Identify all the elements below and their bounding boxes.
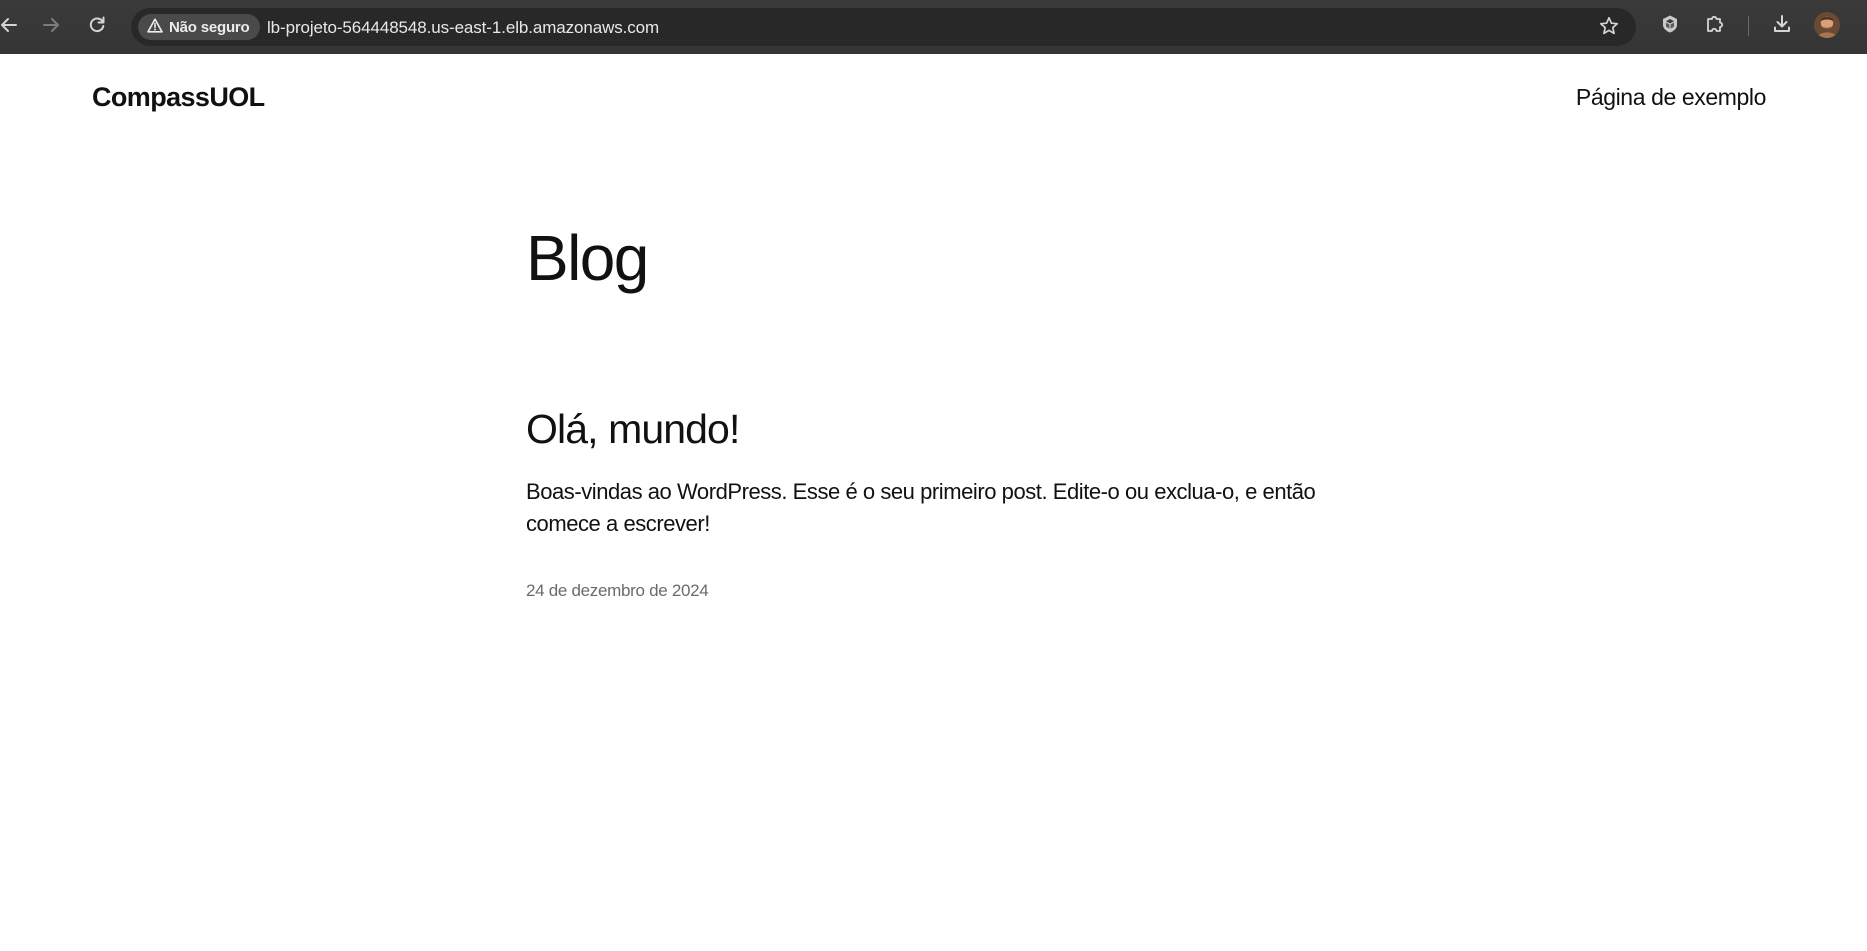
toolbar-divider [1748, 16, 1749, 36]
address-bar[interactable]: Não seguro lb-projeto-564448548.us-east-… [131, 8, 1636, 46]
arrow-left-icon [0, 15, 19, 35]
arrow-right-icon [41, 15, 61, 35]
back-button[interactable] [0, 12, 22, 38]
reload-button[interactable] [84, 12, 110, 38]
reload-icon [87, 15, 107, 35]
bookmark-button[interactable] [1598, 16, 1620, 41]
warning-triangle-icon [147, 17, 163, 37]
url-text[interactable]: lb-projeto-564448548.us-east-1.elb.amazo… [267, 18, 659, 38]
forward-button[interactable] [38, 12, 64, 38]
extension-button[interactable] [1656, 12, 1684, 40]
shield-extension-icon [1660, 14, 1680, 39]
downloads-button[interactable] [1768, 12, 1796, 40]
extensions-menu-button[interactable] [1701, 12, 1729, 40]
download-icon [1771, 13, 1793, 40]
site-header: CompassUOL Página de exemplo [0, 54, 1867, 144]
avatar[interactable] [1814, 12, 1840, 38]
post-date[interactable]: 24 de dezembro de 2024 [526, 581, 709, 601]
security-indicator[interactable]: Não seguro [138, 14, 260, 40]
security-label: Não seguro [169, 18, 250, 36]
browser-toolbar: Não seguro lb-projeto-564448548.us-east-… [0, 0, 1867, 54]
site-title-link[interactable]: CompassUOL [92, 82, 265, 113]
puzzle-icon [1704, 13, 1726, 40]
post-excerpt: Boas-vindas ao WordPress. Esse é o seu p… [526, 479, 1316, 536]
nav-link-sample-page[interactable]: Página de exemplo [1576, 84, 1767, 111]
page-title: Blog [526, 222, 649, 294]
post-title-link[interactable]: Olá, mundo! [526, 409, 740, 450]
star-icon [1599, 16, 1619, 41]
